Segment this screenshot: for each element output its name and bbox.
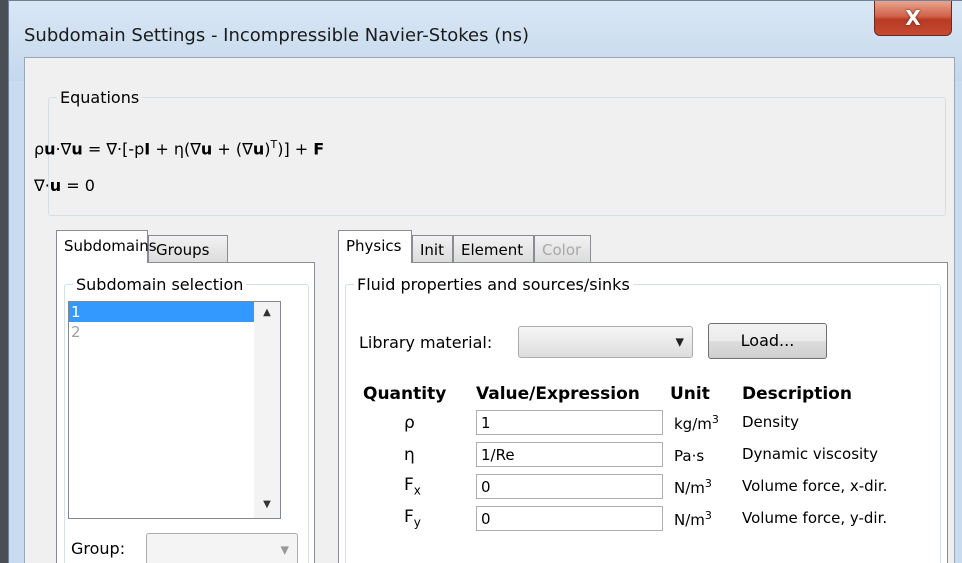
load-button[interactable]: Load...: [708, 323, 827, 359]
tab-color: Color: [534, 235, 591, 262]
momentum-equation: ρu·∇u = ∇·[-pI + η(∇u + (∇u)T)] + F: [34, 138, 325, 159]
chevron-down-icon: ▼: [675, 335, 684, 349]
force-x-input[interactable]: 0: [476, 474, 663, 499]
close-icon: X: [905, 6, 921, 30]
right-tabstrip: Physics Init Element Color: [338, 230, 638, 263]
quantity-symbol-rho: ρ: [404, 413, 415, 433]
value-header: Value/Expression: [476, 384, 640, 404]
density-unit: kg/m3: [674, 413, 719, 433]
library-material-select[interactable]: ▼: [518, 326, 693, 358]
viscosity-description: Dynamic viscosity: [742, 445, 878, 463]
scroll-up-icon[interactable]: ▲: [258, 304, 276, 322]
listbox-scrollbar[interactable]: ▲ ▼: [254, 302, 280, 518]
quantity-symbol-fy: Fy: [404, 507, 421, 530]
tab-physics[interactable]: Physics: [338, 230, 412, 263]
tab-groups[interactable]: Groups: [148, 235, 228, 262]
physics-panel: Fluid properties and sources/sinks Libra…: [338, 262, 948, 563]
fluid-properties-legend: Fluid properties and sources/sinks: [357, 275, 630, 294]
chevron-down-icon: ▼: [280, 543, 289, 556]
group-select[interactable]: ▼: [146, 533, 298, 563]
continuity-equation: ∇·u = 0: [34, 176, 95, 195]
library-material-label: Library material:: [359, 333, 493, 352]
tab-init[interactable]: Init: [412, 235, 453, 262]
force-y-description: Volume force, y-dir.: [742, 509, 888, 527]
dialog-client-area: Equations ρu·∇u = ∇·[-pI + η(∇u + (∇u)T)…: [24, 57, 955, 563]
tab-subdomains[interactable]: Subdomains: [56, 230, 157, 263]
list-item[interactable]: 2: [69, 322, 280, 342]
force-y-unit: N/m3: [674, 509, 712, 529]
description-header: Description: [742, 384, 852, 404]
dialog-window: Subdomain Settings - Incompressible Navi…: [8, 0, 962, 563]
subdomain-listbox[interactable]: 1 2 ▲ ▼: [68, 301, 281, 519]
equations-legend: Equations: [60, 88, 140, 107]
viscosity-unit: Pa·s: [674, 447, 705, 465]
list-item[interactable]: 1: [69, 302, 254, 322]
window-title: Subdomain Settings - Incompressible Navi…: [24, 25, 530, 46]
close-button[interactable]: X: [874, 1, 952, 36]
unit-header: Unit: [670, 384, 710, 404]
quantity-header: Quantity: [363, 384, 447, 404]
viscosity-input[interactable]: 1/Re: [476, 442, 663, 467]
group-label: Group:: [71, 539, 126, 558]
density-description: Density: [742, 413, 800, 431]
force-x-unit: N/m3: [674, 477, 712, 497]
force-x-description: Volume force, x-dir.: [742, 477, 888, 495]
quantity-symbol-eta: η: [404, 445, 415, 465]
subdomains-panel: Subdomain selection 1 2 ▲ ▼ Group: ▼: [56, 262, 315, 563]
density-input[interactable]: 1: [476, 410, 663, 435]
left-tabstrip: Subdomains Groups: [56, 230, 306, 263]
tab-element[interactable]: Element: [453, 235, 534, 262]
quantity-symbol-fx: Fx: [404, 475, 421, 498]
subdomain-selection-legend: Subdomain selection: [76, 275, 244, 294]
force-y-input[interactable]: 0: [476, 506, 663, 531]
scroll-down-icon[interactable]: ▼: [258, 496, 276, 514]
